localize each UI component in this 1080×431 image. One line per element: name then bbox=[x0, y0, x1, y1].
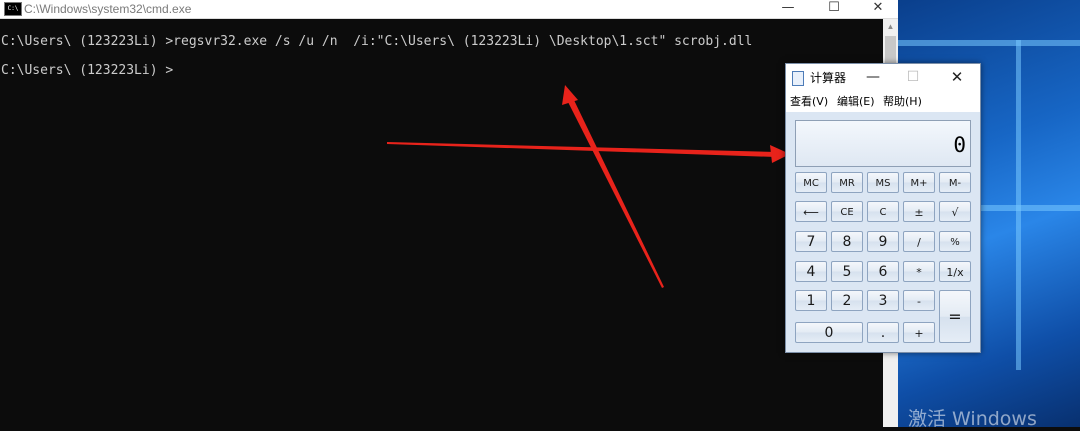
reciprocal-button[interactable]: 1/x bbox=[939, 261, 971, 282]
menu-help[interactable]: 帮助(H) bbox=[883, 92, 922, 112]
maximize-button[interactable]: ☐ bbox=[898, 64, 928, 92]
cmd-window: C:\ C:\Windows\system32\cmd.exe — ☐ ✕ C:… bbox=[0, 0, 898, 427]
calculator-title: 计算器 bbox=[810, 71, 847, 85]
calculator-icon bbox=[792, 71, 804, 86]
console-command-line: C:\Users\ (123223Li) >regsvr32.exe /s /u… bbox=[1, 34, 753, 49]
light-beam bbox=[1016, 40, 1021, 370]
cmd-window-title: C:\Windows\system32\cmd.exe bbox=[24, 2, 192, 16]
digit-3-button[interactable]: 3 bbox=[867, 290, 899, 311]
close-button[interactable]: ✕ bbox=[942, 64, 972, 92]
display-value: 0 bbox=[953, 133, 966, 157]
digit-7-button[interactable]: 7 bbox=[795, 231, 827, 252]
calculator-menubar: 查看(V) 编辑(E) 帮助(H) bbox=[786, 92, 980, 112]
multiply-button[interactable]: * bbox=[903, 261, 935, 282]
digit-8-button[interactable]: 8 bbox=[831, 231, 863, 252]
cmd-titlebar[interactable]: C:\ C:\Windows\system32\cmd.exe — ☐ ✕ bbox=[0, 0, 898, 19]
digit-6-button[interactable]: 6 bbox=[867, 261, 899, 282]
percent-button[interactable]: % bbox=[939, 231, 971, 252]
mr-button[interactable]: MR bbox=[831, 172, 863, 193]
minimize-button[interactable]: — bbox=[858, 64, 888, 92]
equals-button[interactable]: = bbox=[939, 290, 971, 343]
ms-button[interactable]: MS bbox=[867, 172, 899, 193]
calculator-titlebar[interactable]: 计算器 — ☐ ✕ bbox=[786, 64, 980, 92]
digit-1-button[interactable]: 1 bbox=[795, 290, 827, 311]
light-beam bbox=[898, 40, 1080, 46]
minimize-button[interactable]: — bbox=[768, 0, 808, 18]
maximize-button[interactable]: ☐ bbox=[814, 0, 854, 18]
m-plus-button[interactable]: M+ bbox=[903, 172, 935, 193]
backspace-button[interactable]: ⟵ bbox=[795, 201, 827, 222]
cmd-icon: C:\ bbox=[4, 2, 22, 16]
divide-button[interactable]: / bbox=[903, 231, 935, 252]
plus-minus-button[interactable]: ± bbox=[903, 201, 935, 222]
square-root-button[interactable]: √ bbox=[939, 201, 971, 222]
menu-edit[interactable]: 编辑(E) bbox=[837, 92, 875, 112]
calculator-display: 0 bbox=[795, 120, 971, 167]
m-minus-button[interactable]: M- bbox=[939, 172, 971, 193]
scroll-up-arrow-icon[interactable]: ▲ bbox=[883, 19, 898, 35]
digit-2-button[interactable]: 2 bbox=[831, 290, 863, 311]
decimal-point-button[interactable]: . bbox=[867, 322, 899, 343]
console-prompt-line[interactable]: C:\Users\ (123223Li) > bbox=[1, 63, 173, 78]
close-button[interactable]: ✕ bbox=[858, 0, 898, 18]
calculator-window: 计算器 — ☐ ✕ 查看(V) 编辑(E) 帮助(H) 0 MC MR MS M… bbox=[785, 63, 981, 353]
digit-5-button[interactable]: 5 bbox=[831, 261, 863, 282]
plus-button[interactable]: + bbox=[903, 322, 935, 343]
digit-4-button[interactable]: 4 bbox=[795, 261, 827, 282]
clear-button[interactable]: C bbox=[867, 201, 899, 222]
ce-button[interactable]: CE bbox=[831, 201, 863, 222]
menu-view[interactable]: 查看(V) bbox=[790, 92, 828, 112]
minus-button[interactable]: - bbox=[903, 290, 935, 311]
mc-button[interactable]: MC bbox=[795, 172, 827, 193]
digit-0-button[interactable]: 0 bbox=[795, 322, 863, 343]
digit-9-button[interactable]: 9 bbox=[867, 231, 899, 252]
